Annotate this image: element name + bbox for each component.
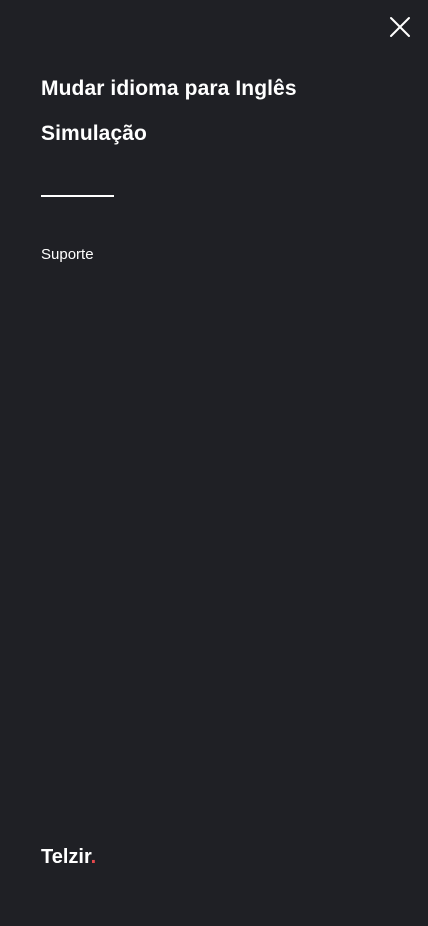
support-link[interactable]: Suporte — [41, 245, 94, 265]
main-menu: Mudar idioma para Inglês Simulação — [41, 74, 297, 164]
menu-divider — [41, 195, 114, 197]
brand-logo: Telzir. — [41, 844, 96, 870]
menu-item-change-language[interactable]: Mudar idioma para Inglês — [41, 74, 297, 104]
menu-item-simulation[interactable]: Simulação — [41, 119, 297, 149]
side-menu-screen: Mudar idioma para Inglês Simulação Supor… — [0, 0, 428, 926]
close-icon — [388, 15, 412, 39]
brand-dot: . — [90, 846, 97, 868]
close-button[interactable] — [388, 15, 412, 39]
brand-name: Telzir — [41, 846, 91, 868]
